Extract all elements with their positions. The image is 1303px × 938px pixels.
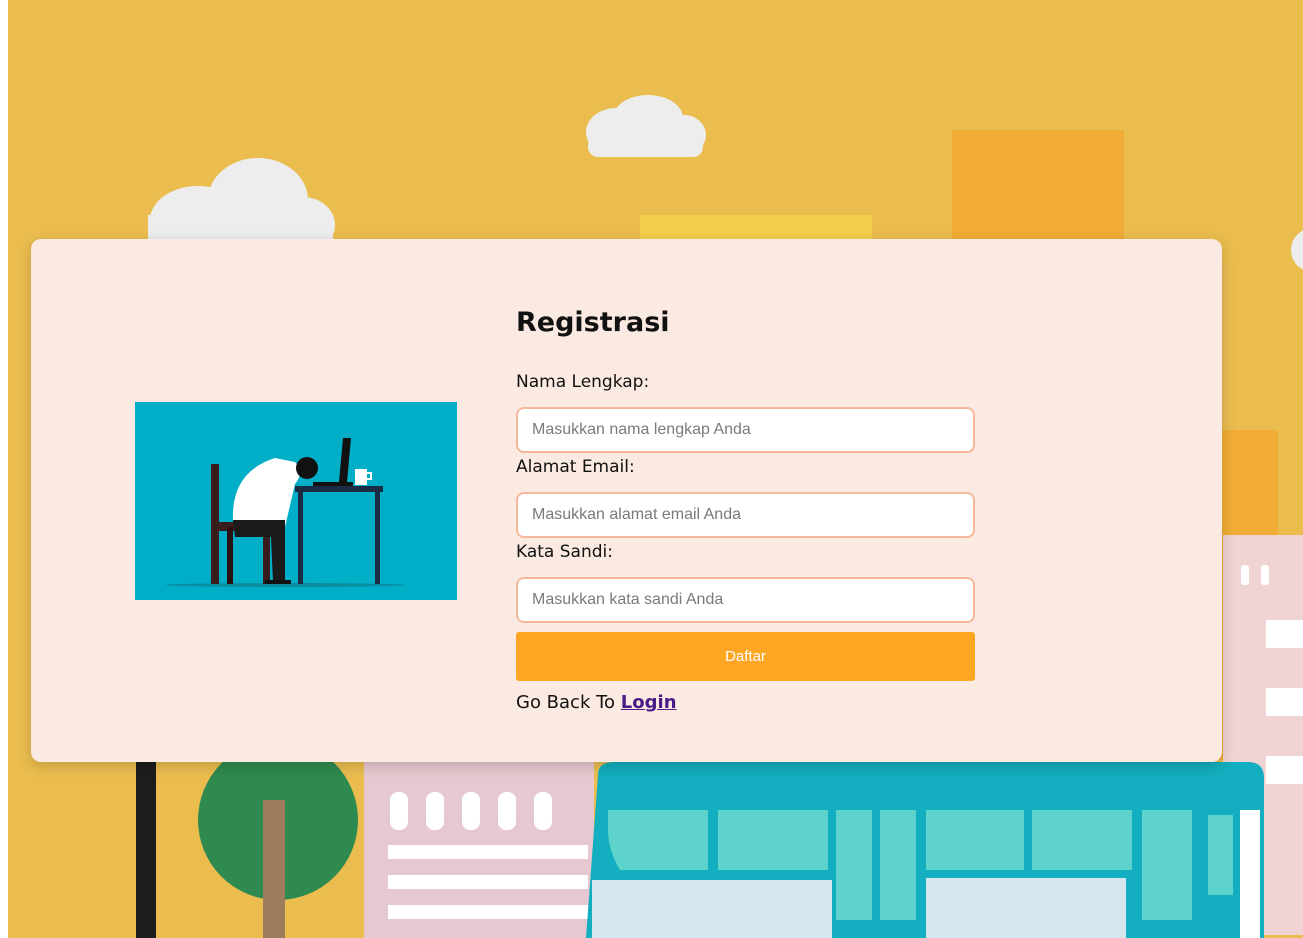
email-label: Alamat Email: <box>516 457 635 477</box>
email-input[interactable] <box>516 492 975 538</box>
name-label: Nama Lengkap: <box>516 372 650 392</box>
tired-worker-illustration <box>135 402 457 600</box>
cloud-top <box>586 95 706 157</box>
back-to-login: Go Back To Login <box>516 692 677 713</box>
page: Registrasi Nama Lengkap: Alamat Email: K… <box>0 0 1303 938</box>
registration-card: Registrasi Nama Lengkap: Alamat Email: K… <box>31 239 1222 762</box>
login-link[interactable]: Login <box>621 692 677 713</box>
illustration-icon <box>165 438 405 587</box>
name-input[interactable] <box>516 407 975 453</box>
back-text: Go Back To <box>516 692 616 713</box>
page-title: Registrasi <box>516 307 670 338</box>
building-orange <box>952 130 1124 245</box>
password-label: Kata Sandi: <box>516 542 613 562</box>
register-button[interactable]: Daftar <box>516 632 975 681</box>
password-input[interactable] <box>516 577 975 623</box>
